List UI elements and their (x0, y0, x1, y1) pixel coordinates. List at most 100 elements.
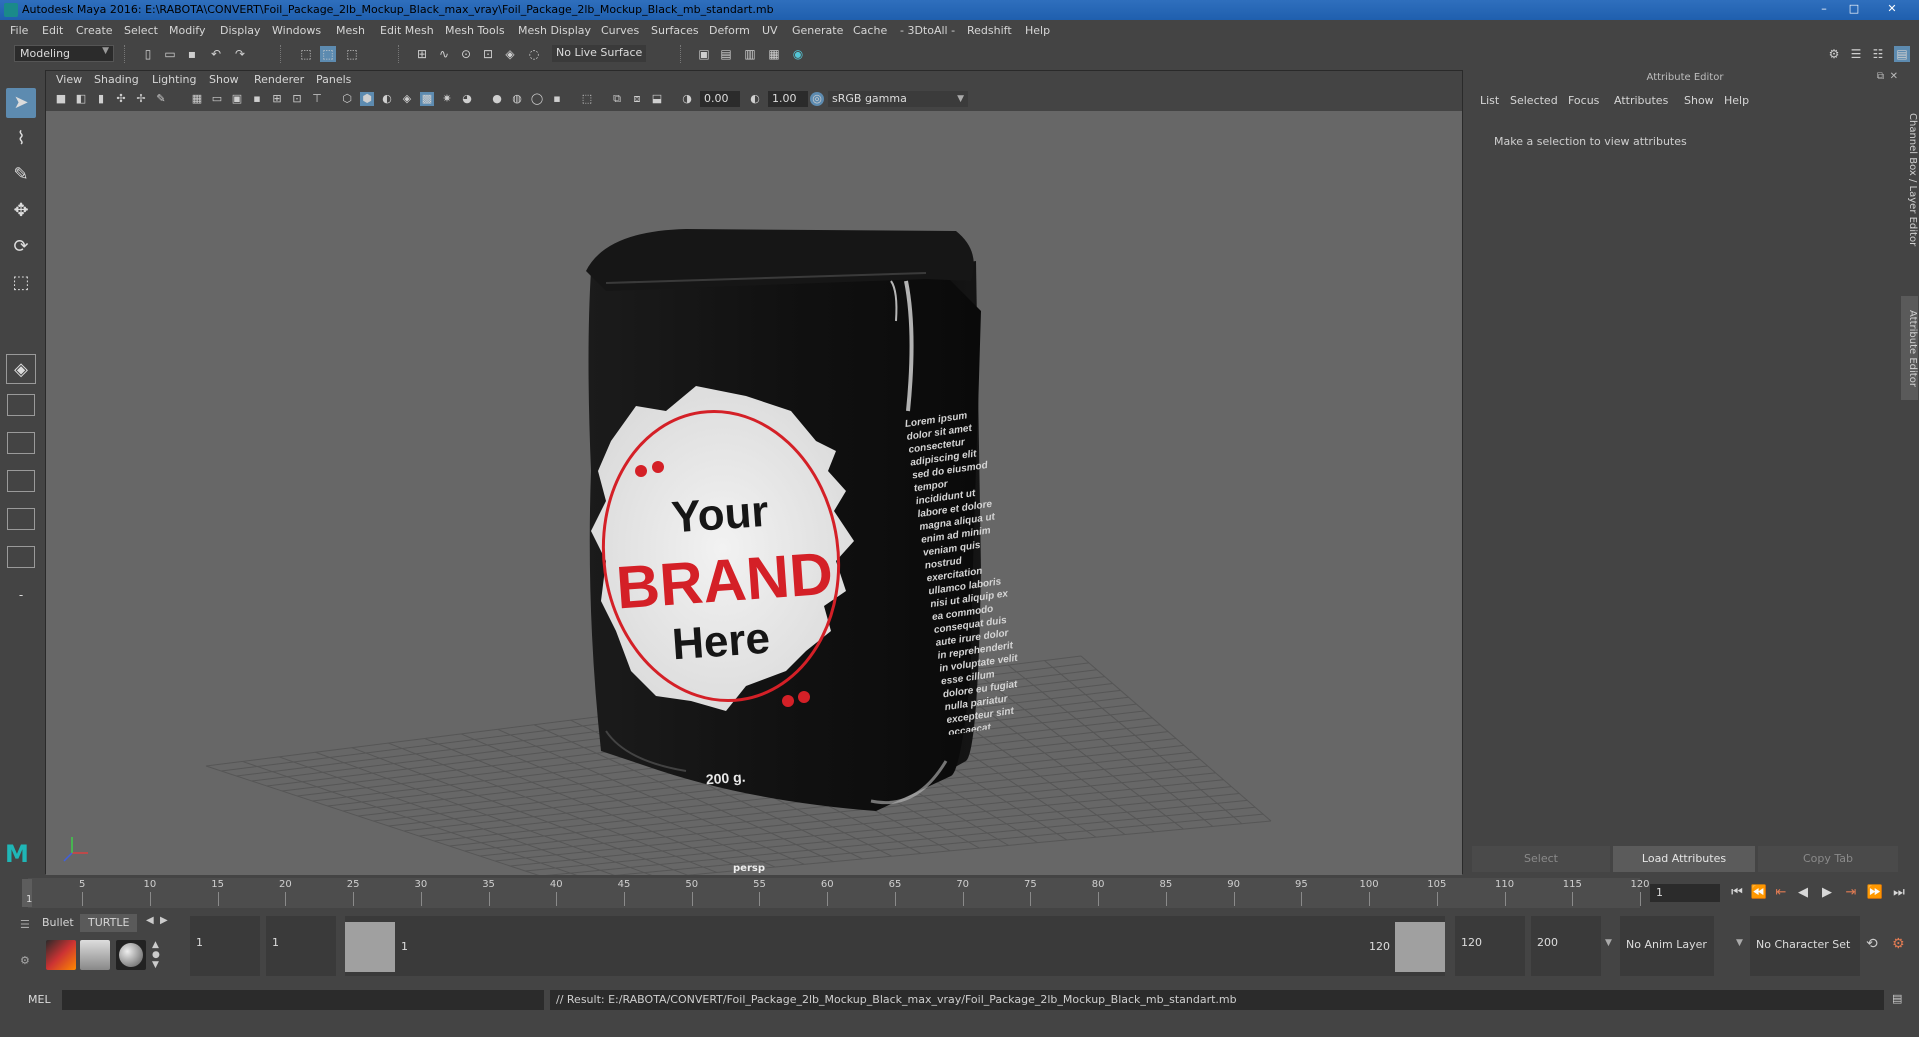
field-chart-icon[interactable]: ⊞ (270, 92, 284, 106)
safe-title-icon[interactable]: ⊤ (310, 92, 324, 106)
animation-end-field[interactable]: 200 (1531, 916, 1601, 976)
camera-attributes-icon[interactable]: ◧ (74, 92, 88, 106)
menu-edit-mesh[interactable]: Edit Mesh (380, 24, 434, 37)
ae-menu-show[interactable]: Show (1684, 94, 1714, 107)
menu-select[interactable]: Select (124, 24, 158, 37)
redo-icon[interactable]: ↷ (232, 46, 248, 62)
menu-uv[interactable]: UV (762, 24, 778, 37)
menu-mesh-display[interactable]: Mesh Display (518, 24, 591, 37)
menu-display[interactable]: Display (220, 24, 261, 37)
copy-tab-button[interactable]: Copy Tab (1758, 846, 1898, 872)
depth-of-field-icon[interactable]: ▪ (550, 92, 564, 106)
tool-settings-icon[interactable]: ☷ (1870, 46, 1886, 62)
tab-attribute-editor[interactable]: Attribute Editor (1901, 296, 1918, 400)
menu-mesh[interactable]: Mesh (336, 24, 365, 37)
current-frame-field[interactable]: 1 (1650, 884, 1720, 902)
two-d-pan-zoom-icon[interactable]: ✢ (134, 92, 148, 106)
range-end-handle[interactable] (1395, 922, 1445, 972)
ae-menu-attributes[interactable]: Attributes (1614, 94, 1668, 107)
select-by-object-icon[interactable]: ⬚ (320, 46, 336, 62)
snap-view-plane-icon[interactable]: ⊡ (480, 46, 496, 62)
ae-menu-selected[interactable]: Selected (1510, 94, 1558, 107)
ae-menu-list[interactable]: List (1480, 94, 1499, 107)
single-perspective-layout-icon[interactable]: ◈ (6, 354, 36, 384)
shelf-scroll-left-icon[interactable]: ◀ (146, 915, 154, 926)
exposure-icon[interactable]: ◑ (680, 92, 694, 106)
ae-menu-focus[interactable]: Focus (1568, 94, 1599, 107)
four-view-layout-icon[interactable] (7, 394, 35, 416)
graph-editor-layout-icon[interactable] (7, 546, 35, 568)
new-scene-icon[interactable]: ▯ (140, 46, 156, 62)
time-slider[interactable]: 5 10 15 20 25 30 35 40 45 50 55 60 65 70 75 80 85 90 95 100… (22, 878, 1650, 908)
render-view-icon[interactable]: ▦ (766, 46, 782, 62)
step-forward-key-icon[interactable]: ⏩ (1866, 884, 1884, 902)
ae-menu-help[interactable]: Help (1724, 94, 1749, 107)
select-button[interactable]: Select (1472, 846, 1610, 872)
close-panel-icon[interactable]: ✕ (1890, 71, 1898, 82)
character-set-dropdown[interactable]: No Character Set (1750, 916, 1860, 976)
modeling-toolkit-icon[interactable]: ⚙ (1826, 46, 1842, 62)
menu-edit[interactable]: Edit (42, 24, 63, 37)
use-default-material-icon[interactable]: ◐ (380, 92, 394, 106)
make-live-icon[interactable]: ◌ (526, 46, 542, 62)
minimize-button[interactable]: – (1812, 1, 1836, 17)
step-forward-frame-icon[interactable]: ⇥ (1842, 884, 1860, 902)
script-editor-icon[interactable]: ▤ (1892, 992, 1902, 1005)
float-panel-icon[interactable]: ⧉ (1877, 71, 1884, 82)
motion-blur-icon[interactable]: ◍ (510, 92, 524, 106)
gamma-field[interactable]: 1.00 (768, 91, 808, 107)
play-backwards-icon[interactable]: ◀ (1794, 884, 1812, 902)
tab-channel-box[interactable]: Channel Box / Layer Editor (1901, 80, 1918, 280)
multisample-aa-icon[interactable]: ◯ (530, 92, 544, 106)
foil-package-model[interactable]: Your BRAND Here 200 g. Lorem ipsum dolor… (585, 229, 1028, 811)
persp-outliner-layout-icon[interactable] (7, 470, 35, 492)
hypershade-icon[interactable]: ◉ (790, 46, 806, 62)
menu-mesh-tools[interactable]: Mesh Tools (445, 24, 505, 37)
channel-box-toggle-icon[interactable]: ▤ (1894, 46, 1910, 62)
turtle-sphere-icon[interactable] (116, 940, 146, 970)
shelf-scroll-icon[interactable]: ▲ ● ▼ (152, 940, 160, 970)
range-bar[interactable]: 1 120 (345, 916, 1445, 976)
attribute-editor-toggle-icon[interactable]: ☰ (1848, 46, 1864, 62)
auto-key-icon[interactable]: ⟲ (1866, 936, 1878, 952)
menu-curves[interactable]: Curves (601, 24, 639, 37)
menu-surfaces[interactable]: Surfaces (651, 24, 699, 37)
step-back-key-icon[interactable]: ⏪ (1750, 884, 1768, 902)
render-settings-icon[interactable]: ▣ (696, 46, 712, 62)
3d-viewport[interactable]: Your BRAND Here 200 g. Lorem ipsum dolor… (46, 111, 1462, 875)
shelf-menu-icon[interactable]: ☰ (20, 918, 30, 931)
menu-cache[interactable]: Cache (853, 24, 887, 37)
image-plane-icon[interactable]: ✣ (114, 92, 128, 106)
command-input[interactable] (62, 990, 544, 1010)
rotate-tool-icon[interactable]: ⟳ (6, 232, 36, 262)
undo-icon[interactable]: ↶ (208, 46, 224, 62)
grease-pencil-icon[interactable]: ✎ (154, 92, 168, 106)
more-layouts-icon[interactable]: - (6, 580, 36, 610)
film-gate-icon[interactable]: ▭ (210, 92, 224, 106)
wireframe-icon[interactable]: ⬡ (340, 92, 354, 106)
range-start-handle[interactable] (345, 922, 395, 972)
menu-modify[interactable]: Modify (169, 24, 205, 37)
select-tool-icon[interactable]: ➤ (6, 88, 36, 118)
xray-components-icon[interactable]: ⬓ (650, 92, 664, 106)
turtle-render-icon[interactable] (46, 940, 76, 970)
view-transform-dropdown[interactable]: sRGB gamma ▼ (828, 91, 968, 107)
snap-curve-icon[interactable]: ∿ (436, 46, 452, 62)
lasso-tool-icon[interactable]: ⌇ (6, 124, 36, 154)
playback-end-field[interactable]: 120 (1455, 916, 1525, 976)
screen-space-ao-icon[interactable]: ● (490, 92, 504, 106)
go-to-start-icon[interactable]: ⏮ (1728, 884, 1746, 902)
select-camera-icon[interactable]: ■ (54, 92, 68, 106)
go-to-end-icon[interactable]: ⏭ (1890, 884, 1908, 902)
open-scene-icon[interactable]: ▭ (162, 46, 178, 62)
shadows-icon[interactable]: ◕ (460, 92, 474, 106)
render-current-frame-icon[interactable]: ▤ (718, 46, 734, 62)
gamma-icon[interactable]: ◐ (748, 92, 762, 106)
shelf-settings-icon[interactable]: ⚙ (20, 954, 30, 967)
smooth-shade-icon[interactable]: ⬢ (360, 92, 374, 106)
playback-start-field[interactable]: 1 (266, 916, 336, 976)
snap-grid-icon[interactable]: ⊞ (414, 46, 430, 62)
load-attributes-button[interactable]: Load Attributes (1613, 846, 1755, 872)
close-button[interactable]: ✕ (1880, 1, 1904, 17)
xray-joints-icon[interactable]: ⧈ (630, 92, 644, 106)
